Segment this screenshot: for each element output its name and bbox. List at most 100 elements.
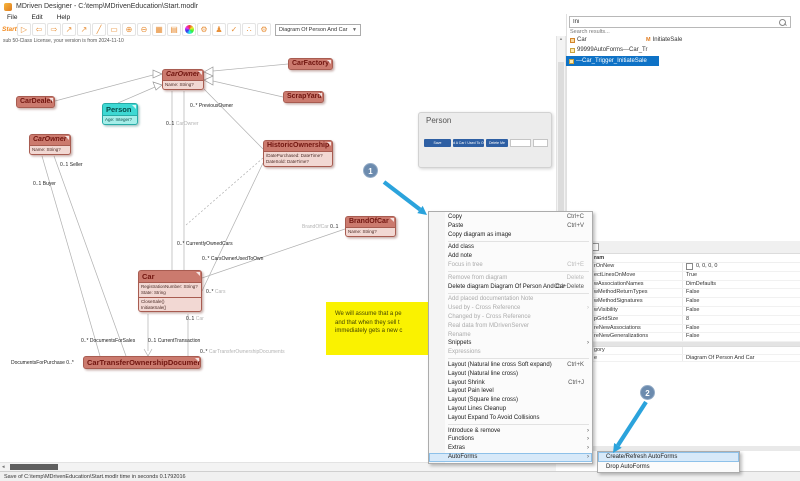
documentation-fold-icon (132, 105, 136, 109)
class-brandofcar[interactable]: BrandOfCar Name: String? (345, 216, 396, 237)
class-cartransferownershipdocument[interactable]: CarTransferOwnershipDocument (83, 356, 201, 369)
person-autoform-preview: Person SaveAdd A Car I Used To OwnDelete… (418, 112, 552, 168)
menu-item-functions[interactable]: Functions› (429, 435, 592, 444)
menu-item-remove-from-diagram[interactable]: Remove from diagramDelete (429, 274, 592, 283)
class-title: CarFactory (289, 59, 332, 69)
documentation-fold-icon (195, 358, 199, 362)
class-title: CarTransferOwnershipDocument (84, 357, 200, 368)
attribute: State: String (141, 290, 199, 296)
operation: InitiateSale() (141, 305, 199, 311)
menu-item-changed-by-cross-reference[interactable]: Changed by - Cross Reference (429, 313, 592, 322)
menu-item-autoforms[interactable]: AutoForms› (429, 453, 592, 462)
documentation-fold-icon (318, 93, 322, 97)
menu-item-focus-in-tree[interactable]: Focus in treeCtrl+E (429, 261, 592, 270)
association-label: 0..1 CarOwner (166, 121, 199, 127)
menu-item-paste[interactable]: PasteCtrl+V (429, 222, 592, 231)
preview-button[interactable]: Add A Car I Used To Own (453, 139, 484, 147)
association-label: BrandOfCar 0..1 (302, 224, 338, 230)
menu-shortcut: Ctrl+Delete (554, 283, 584, 292)
class-carowner[interactable]: CarOwner Name: String? (162, 69, 204, 90)
documentation-fold-icon (327, 60, 331, 64)
menu-shortcut: Ctrl+E (567, 261, 584, 270)
preview-controls-row: SaveAdd A Car I Used To OwnDelete Me (424, 139, 548, 147)
menu-item-layout-lines-cleanup[interactable]: Layout Lines Cleanup (429, 405, 592, 414)
menu-item-layout-shrink[interactable]: Layout ShrinkCtrl+J (429, 379, 592, 388)
association-label: DocumentsForPurchase 0..* (11, 360, 74, 366)
preview-button[interactable]: Save (424, 139, 451, 147)
diagram-association-lines (0, 0, 800, 481)
association-label: 0..1 CurrentTransaction (148, 338, 200, 344)
class-carfactory[interactable]: CarFactory (288, 58, 333, 70)
mdriven-designer-window: MDriven Designer - C:\temp\MDrivenEducat… (0, 0, 800, 481)
class-title: HistoricOwnership (264, 141, 332, 151)
menu-separator (448, 241, 589, 242)
class-historicownership[interactable]: HistoricOwnership/DatePurchased: DateTim… (263, 140, 333, 167)
autoforms-submenu: Create/Refresh AutoFormsDrop AutoForms (597, 451, 740, 473)
attribute: RegistrationNumber: String? (141, 284, 199, 290)
preview-field[interactable] (510, 139, 531, 147)
documentation-fold-icon (390, 218, 394, 222)
class-person[interactable]: PersonAge: Integer? (102, 103, 138, 125)
menu-shortcut: Ctrl+K (567, 361, 584, 370)
class-scrapyard[interactable]: ScrapYard (283, 91, 324, 103)
attribute: DateSold: DateTime? (266, 159, 330, 165)
menu-item-add-note[interactable]: Add note (429, 252, 592, 261)
menu-item-copy-diagram-as-image[interactable]: Copy diagram as image (429, 231, 592, 240)
submenu-arrow-icon: › (587, 444, 589, 453)
class-title: CarOwner (163, 70, 203, 80)
menu-shortcut: Ctrl+V (567, 222, 584, 231)
class-cardealer[interactable]: CarDealer (16, 96, 55, 108)
association-label: 0..* DocumentsForSales (81, 338, 135, 344)
class-title: BrandOfCar (346, 217, 395, 227)
operations-compartment: CloseSale()InitiateSale() (139, 297, 201, 312)
attributes-compartment: Age: Integer? (103, 115, 137, 124)
menu-item-used-by-cross-reference[interactable]: Used by - Cross Reference› (429, 304, 592, 313)
attributes-compartment: /DatePurchased: DateTime?DateSold: DateT… (264, 151, 332, 166)
menu-item-layout-pain-level[interactable]: Layout Pain level (429, 387, 592, 396)
menu-separator (448, 424, 589, 425)
menu-item-real-data-from-mdrivenserver[interactable]: Real data from MDrivenServer (429, 322, 592, 331)
preview-button[interactable]: Delete Me (486, 139, 508, 147)
attributes-compartment: RegistrationNumber: String?State: String (139, 282, 201, 297)
menu-shortcut: Ctrl+J (568, 379, 584, 388)
submenu-item-create-refresh-autoforms[interactable]: Create/Refresh AutoForms (598, 452, 739, 462)
attribute: Name: String? (348, 229, 393, 235)
submenu-arrow-icon: › (587, 304, 589, 313)
association-label: 0..1 Car (186, 316, 204, 322)
menu-separator (448, 293, 589, 294)
attribute: Name: String? (32, 147, 68, 153)
submenu-item-drop-autoforms[interactable]: Drop AutoForms (598, 462, 739, 472)
attribute: Name: String? (165, 82, 201, 88)
menu-item-layout-expand-to-avoid-collisions[interactable]: Layout Expand To Avoid Collisions (429, 414, 592, 423)
menu-item-layout-natural-line-cross[interactable]: Layout (Natural line cross) (429, 370, 592, 379)
attributes-compartment: Name: String? (30, 145, 70, 154)
context-menu: CopyCtrl+CPasteCtrl+VCopy diagram as ima… (428, 211, 593, 464)
association-label: 0..1 Seller (60, 162, 83, 168)
class-car[interactable]: CarRegistrationNumber: String?State: Str… (138, 270, 202, 312)
association-label: 0..1 Buyer (33, 181, 56, 187)
menu-item-copy[interactable]: CopyCtrl+C (429, 213, 592, 222)
menu-item-rename[interactable]: Rename (429, 331, 592, 340)
menu-item-add-placed-documentation-note[interactable]: Add placed documentation Note (429, 295, 592, 304)
menu-item-snippets[interactable]: Snippets› (429, 339, 592, 348)
menu-item-delete-diagram-diagram-of-person-and-car[interactable]: Delete diagram Diagram Of Person And Car… (429, 283, 592, 292)
documentation-fold-icon (49, 98, 53, 102)
documentation-fold-icon (327, 142, 331, 146)
menu-item-layout-square-line-cross[interactable]: Layout (Square line cross) (429, 396, 592, 405)
menu-separator (448, 271, 589, 272)
attributes-compartment: Name: String? (346, 227, 395, 236)
preview-field[interactable] (533, 139, 548, 147)
documentation-fold-icon (198, 71, 202, 75)
menu-item-layout-natural-line-cross-soft-expand[interactable]: Layout (Natural line cross Soft expand)C… (429, 361, 592, 370)
menu-item-extras[interactable]: Extras› (429, 444, 592, 453)
menu-item-expressions[interactable]: Expressions (429, 348, 592, 357)
attributes-compartment: Name: String? (163, 80, 203, 89)
documentation-fold-icon (196, 272, 200, 276)
menu-item-add-class[interactable]: Add class (429, 243, 592, 252)
documentation-fold-icon (65, 136, 69, 140)
menu-shortcut: Delete (567, 274, 584, 283)
class-carowner[interactable]: CarOwnerName: String? (29, 134, 71, 155)
association-label: 0..* CarTransferOwnershipDocuments (200, 349, 285, 355)
menu-item-introduce-remove[interactable]: Introduce & remove› (429, 427, 592, 436)
attribute: Age: Integer? (105, 117, 135, 123)
